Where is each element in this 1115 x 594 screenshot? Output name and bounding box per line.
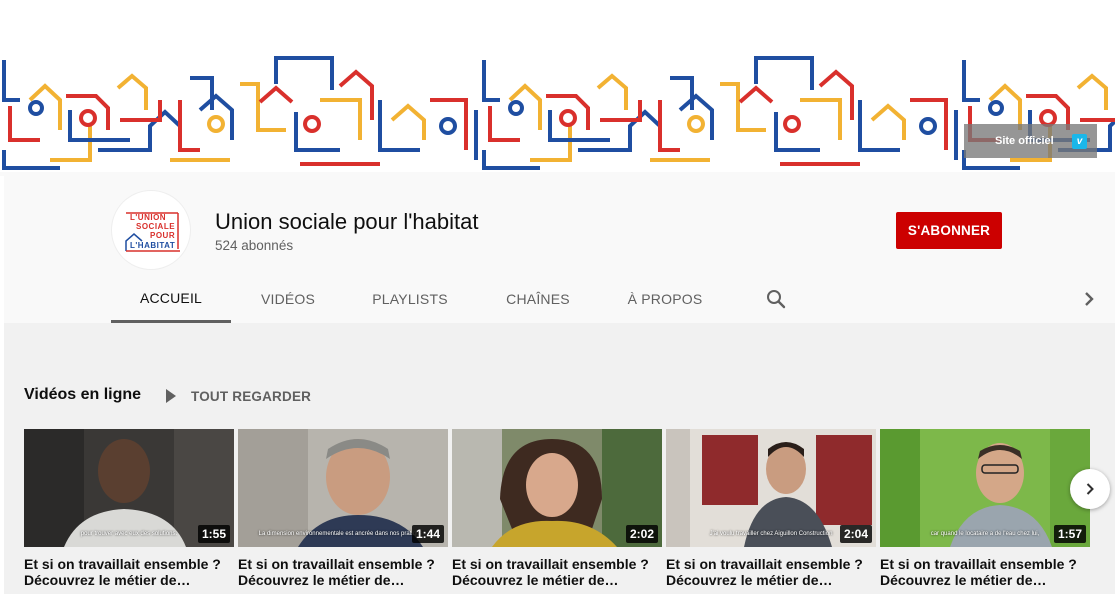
video-duration: 2:04 [839,525,872,543]
tab-playlists[interactable]: PLAYLISTS [354,275,466,323]
video-title-line-1: Et si on travaillait ensemble ? [24,556,221,572]
channel-name: Union sociale pour l'habitat [215,209,479,234]
logo-line-4: L'HABITAT [130,241,175,250]
logo-line-1: L'UNION [130,213,166,222]
video-title[interactable]: Et si on travaillait ensemble ? Découvre… [880,556,1090,588]
video-title-line-1: Et si on travaillait ensemble ? [452,556,649,572]
union-sociale-logo: L'UNION SOCIALE POUR L'HABITAT [125,212,180,252]
video-title[interactable]: Et si on travaillait ensemble ? Découvre… [238,556,448,588]
video-card[interactable]: pour trouver avec eux des solutions. 1:5… [24,429,234,588]
banner-art [0,0,1115,176]
tab-a-propos[interactable]: À PROPOS [614,275,716,323]
video-title-line-1: Et si on travaillait ensemble ? [238,556,435,572]
channel-banner: Site officiel v [0,0,1115,176]
vimeo-icon: v [1072,134,1087,149]
play-all-button[interactable]: TOUT REGARDER [164,386,311,406]
logo-line-2: SOCIALE [136,222,175,231]
video-card[interactable]: 2:02 Et si on travaillait ensemble ? Déc… [452,429,662,588]
play-all-label: TOUT REGARDER [191,388,312,404]
channel-tabs: ACCUEIL VIDÉOS PLAYLISTS CHAÎNES À PROPO… [4,275,1115,323]
video-thumbnail[interactable]: pour trouver avec eux des solutions. 1:5… [24,429,234,547]
video-title[interactable]: Et si on travaillait ensemble ? Découvre… [24,556,234,588]
video-title-line-2: Découvrez le métier de… [880,572,1047,588]
channel-header: L'UNION SOCIALE POUR L'HABITAT Union soc… [4,176,1115,323]
video-duration: 2:02 [625,525,658,543]
channel-content: Vidéos en ligne TOUT REGARDER pour trouv… [4,323,1115,594]
video-title-line-1: Et si on travaillait ensemble ? [880,556,1077,572]
play-icon [166,389,176,403]
video-card[interactable]: La dimension environnementale est ancrée… [238,429,448,588]
video-card[interactable]: J'ai voulu travailler chez Aiguillon Con… [666,429,876,588]
video-card[interactable]: car quand le locataire a de l'eau chez l… [880,429,1090,588]
video-title-line-2: Découvrez le métier de… [24,572,191,588]
logo-line-3: POUR [150,231,175,240]
chevron-right-icon[interactable] [1077,287,1101,311]
video-title-line-2: Découvrez le métier de… [452,572,619,588]
channel-avatar[interactable]: L'UNION SOCIALE POUR L'HABITAT [111,190,191,270]
shelf-next-button[interactable] [1070,469,1110,509]
video-thumbnail[interactable]: La dimension environnementale est ancrée… [238,429,448,547]
chevron-right-icon [1086,483,1094,495]
video-duration: 1:57 [1053,525,1086,543]
video-title[interactable]: Et si on travaillait ensemble ? Découvre… [666,556,876,588]
youtube-channel-page: Site officiel v L'UNION SOCIALE POUR L'H… [0,0,1115,594]
video-duration: 1:44 [411,525,444,543]
video-thumbnail[interactable]: 2:02 [452,429,662,547]
video-title-line-2: Découvrez le métier de… [238,572,405,588]
subscriber-count: 524 abonnés [215,238,294,253]
video-thumbnail[interactable]: car quand le locataire a de l'eau chez l… [880,429,1090,547]
site-link-label: Site officiel [995,135,1054,147]
video-title-line-1: Et si on travaillait ensemble ? [666,556,863,572]
subscribe-button[interactable]: S'ABONNER [896,212,1002,249]
video-title-line-2: Découvrez le métier de… [666,572,833,588]
video-title[interactable]: Et si on travaillait ensemble ? Découvre… [452,556,662,588]
site-officiel-link[interactable]: Site officiel v [964,124,1097,158]
tab-accueil[interactable]: ACCUEIL [111,275,231,323]
tab-videos[interactable]: VIDÉOS [238,275,338,323]
section-title: Vidéos en ligne [24,386,142,403]
video-thumbnail[interactable]: J'ai voulu travailler chez Aiguillon Con… [666,429,876,547]
video-duration: 1:55 [197,525,230,543]
tab-chaines[interactable]: CHAÎNES [488,275,588,323]
search-icon[interactable] [764,287,788,311]
